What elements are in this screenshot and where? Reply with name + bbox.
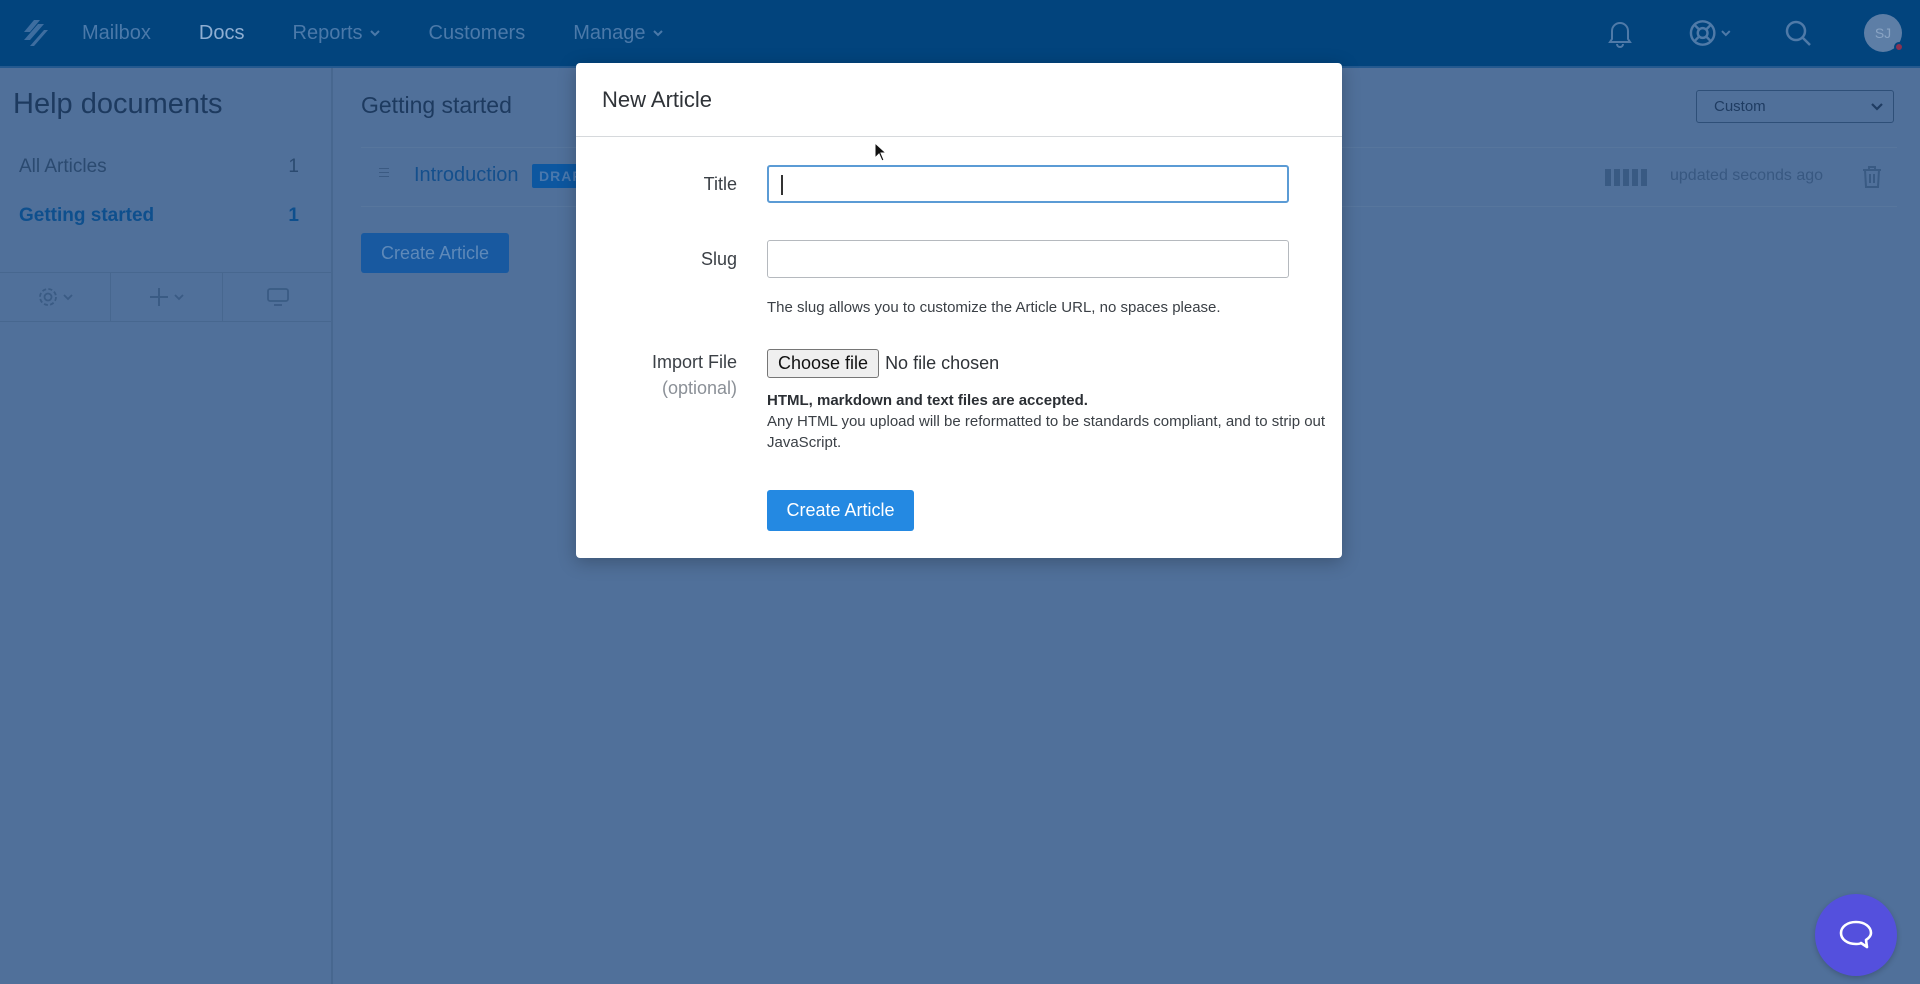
search-button[interactable] xyxy=(1784,18,1814,48)
text-caret xyxy=(781,175,783,195)
import-help-bold: HTML, markdown and text files are accept… xyxy=(767,392,1088,409)
slug-help-text: The slug allows you to customize the Art… xyxy=(767,299,1221,316)
submit-create-article-button[interactable]: Create Article xyxy=(767,490,914,531)
nav-manage-label: Manage xyxy=(573,21,646,44)
sidebar-item-label: All Articles xyxy=(19,156,107,177)
delete-article-button[interactable] xyxy=(1861,164,1883,195)
new-article-modal: New Article Title Slug The slug allows y… xyxy=(576,63,1342,558)
chevron-down-icon xyxy=(1721,30,1731,37)
optional-label: (optional) xyxy=(661,378,737,398)
nav-customers-label: Customers xyxy=(428,21,526,44)
nav-manage[interactable]: Manage xyxy=(573,22,663,45)
layout-select[interactable]: Custom xyxy=(1696,90,1894,123)
nav-mailbox[interactable]: Mailbox xyxy=(82,22,151,45)
sidebar-title: Help documents xyxy=(13,88,223,120)
nav-reports-label: Reports xyxy=(292,21,363,44)
create-article-button[interactable]: Create Article xyxy=(361,233,509,273)
chevron-down-icon xyxy=(63,293,73,300)
drag-handle-icon[interactable] xyxy=(379,168,389,180)
category-title: Getting started xyxy=(361,92,512,118)
nav-docs-label: Docs xyxy=(198,21,245,44)
file-input: Choose file No file chosen xyxy=(767,349,999,378)
search-icon xyxy=(1785,20,1811,46)
add-menu-button[interactable] xyxy=(111,273,223,321)
chevron-down-icon xyxy=(369,30,380,37)
avatar-initials: SJ xyxy=(1874,25,1892,41)
chat-beacon-button[interactable] xyxy=(1815,894,1897,976)
monitor-icon xyxy=(266,288,289,306)
import-help-detail: Any HTML you upload will be reformatted … xyxy=(767,413,1326,451)
layout-select-value: Custom xyxy=(1714,98,1766,115)
article-title-link[interactable]: Introduction xyxy=(414,164,519,187)
plus-icon xyxy=(150,288,169,306)
import-file-label-text: Import File xyxy=(651,352,737,372)
app-logo-icon[interactable] xyxy=(18,16,52,50)
sidebar-item-count: 1 xyxy=(288,205,299,226)
modal-title: New Article xyxy=(602,86,713,112)
gear-icon xyxy=(39,288,58,306)
title-input[interactable] xyxy=(767,165,1289,203)
import-help-text: HTML, markdown and text files are accept… xyxy=(767,390,1327,453)
choose-file-button[interactable]: Choose file xyxy=(767,349,880,378)
nav-right-tools: SJ xyxy=(1554,0,1920,66)
file-status: No file chosen xyxy=(885,353,1000,373)
notifications-button[interactable] xyxy=(1606,18,1636,48)
help-menu-button[interactable] xyxy=(1688,18,1732,48)
updated-timestamp: updated seconds ago xyxy=(1670,167,1824,184)
mouse-cursor-icon xyxy=(874,142,888,162)
settings-menu-button[interactable] xyxy=(0,273,112,321)
slug-input[interactable] xyxy=(767,240,1289,278)
sidebar-item-getting-started[interactable]: Getting started 1 xyxy=(19,205,299,227)
lifebuoy-icon xyxy=(1689,20,1716,46)
slug-label: Slug xyxy=(700,249,737,269)
nav-customers[interactable]: Customers xyxy=(429,22,526,45)
top-navigation: Mailbox Docs Reports Customers Manage SJ xyxy=(0,0,1920,68)
preview-site-button[interactable] xyxy=(223,273,333,321)
status-dot xyxy=(1894,42,1904,52)
sidebar-toolbar xyxy=(0,272,333,322)
trash-icon xyxy=(1863,166,1881,188)
nav-reports[interactable]: Reports xyxy=(293,22,381,45)
chevron-down-icon xyxy=(174,293,185,300)
user-avatar[interactable]: SJ xyxy=(1864,14,1904,52)
chevron-down-icon xyxy=(652,30,663,37)
sidebar: Help documents All Articles 1 Getting st… xyxy=(0,68,333,984)
popularity-bars-icon xyxy=(1605,169,1647,186)
modal-header: New Article xyxy=(576,63,1342,137)
sidebar-item-all-articles[interactable]: All Articles 1 xyxy=(19,156,299,178)
title-label: Title xyxy=(703,174,737,194)
nav-docs[interactable]: Docs xyxy=(199,22,245,45)
bell-icon xyxy=(1608,22,1632,48)
sidebar-item-count: 1 xyxy=(288,156,299,177)
sidebar-item-label: Getting started xyxy=(19,205,155,226)
nav-mailbox-label: Mailbox xyxy=(82,21,151,44)
chevron-down-icon xyxy=(1871,102,1883,111)
import-file-label: Import File (optional) xyxy=(652,352,737,399)
chat-bubble-icon xyxy=(1839,920,1873,949)
